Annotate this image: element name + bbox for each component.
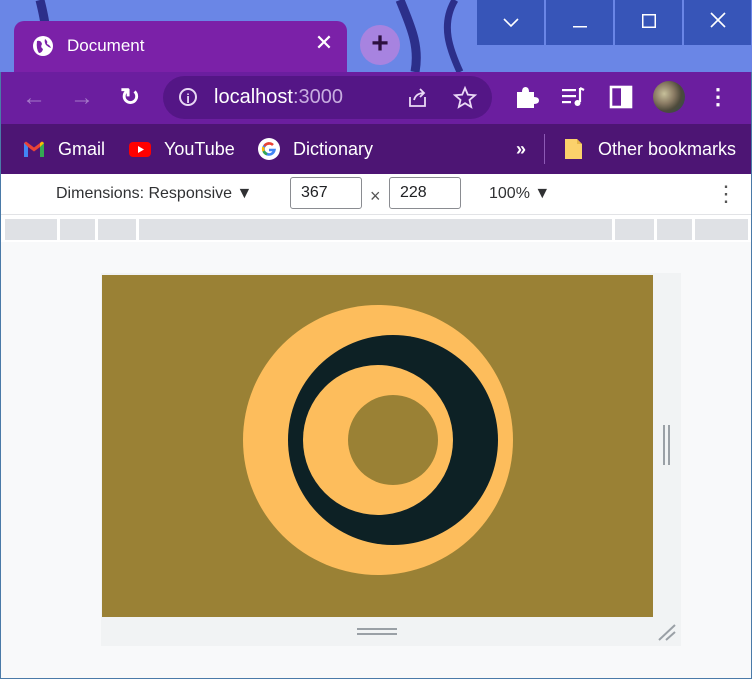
media-query-segment[interactable] bbox=[60, 219, 95, 240]
url-text[interactable]: localhost:3000 bbox=[214, 86, 343, 109]
address-bar[interactable]: i localhost:3000 bbox=[163, 76, 492, 119]
bookmark-label: Dictionary bbox=[293, 139, 374, 159]
url-host: localhost bbox=[214, 86, 293, 108]
tab-title: Document bbox=[67, 36, 145, 55]
media-query-segment[interactable] bbox=[139, 219, 612, 240]
corner-resize-handle[interactable] bbox=[656, 622, 678, 642]
bookmark-youtube[interactable]: YouTube bbox=[128, 136, 238, 162]
height-input[interactable]: 228 bbox=[389, 177, 461, 209]
star-icon[interactable] bbox=[452, 85, 478, 111]
bookmarks-separator bbox=[544, 134, 545, 164]
maximize-button[interactable] bbox=[615, 0, 682, 45]
share-icon[interactable] bbox=[405, 85, 431, 111]
side-panel-icon[interactable] bbox=[606, 82, 636, 112]
page-viewport bbox=[102, 275, 653, 617]
browser-window: Document ✕ + ← → ↻ i localhost:3000 ⋮ Gm… bbox=[0, 0, 752, 679]
bookmark-dictionary[interactable]: Dictionary bbox=[257, 136, 382, 162]
title-bar: Document ✕ + bbox=[0, 0, 752, 72]
media-query-segment[interactable] bbox=[98, 219, 136, 240]
url-port: :3000 bbox=[292, 86, 343, 108]
bookmark-label: Other bookmarks bbox=[598, 139, 737, 159]
device-toolbar: Dimensions: Responsive ▼ 367 × 228 100% … bbox=[0, 174, 752, 215]
bottom-resize-handle[interactable] bbox=[357, 627, 397, 637]
media-query-segment[interactable] bbox=[615, 219, 654, 240]
dimensions-dropdown[interactable]: Dimensions: Responsive ▼ bbox=[56, 185, 252, 203]
width-input[interactable]: 367 bbox=[290, 177, 362, 209]
media-query-segment[interactable] bbox=[657, 219, 692, 240]
media-query-segment[interactable] bbox=[695, 219, 748, 240]
media-control-icon[interactable] bbox=[558, 82, 588, 112]
bookmarks-overflow-button[interactable]: » bbox=[516, 136, 536, 162]
zoom-dropdown[interactable]: 100% ▼ bbox=[489, 185, 550, 203]
maximize-icon bbox=[641, 14, 656, 28]
tab-close-button[interactable]: ✕ bbox=[312, 31, 336, 55]
chevron-down-icon bbox=[502, 18, 519, 28]
gmail-icon bbox=[24, 141, 44, 157]
bookmarks-bar: Gmail YouTube Dictionary » Other bookmar… bbox=[0, 124, 752, 174]
minimize-icon bbox=[572, 26, 587, 28]
right-resize-handle[interactable] bbox=[662, 425, 672, 465]
youtube-icon bbox=[129, 142, 151, 157]
back-button[interactable]: ← bbox=[18, 82, 50, 114]
extensions-icon[interactable] bbox=[511, 82, 541, 112]
bookmark-gmail[interactable]: Gmail bbox=[22, 136, 112, 162]
globe-icon bbox=[33, 36, 53, 56]
minimize-button[interactable] bbox=[546, 0, 613, 45]
bookmark-label: YouTube bbox=[164, 139, 235, 159]
close-icon bbox=[709, 12, 726, 28]
device-toolbar-more-icon[interactable]: ⋮ bbox=[715, 181, 737, 207]
forward-button[interactable]: → bbox=[66, 82, 98, 114]
center-circle bbox=[348, 395, 438, 485]
info-icon[interactable]: i bbox=[179, 88, 197, 106]
menu-icon[interactable]: ⋮ bbox=[703, 82, 733, 112]
bookmark-label: Gmail bbox=[58, 139, 106, 159]
window-border bbox=[0, 72, 1, 679]
browser-toolbar: ← → ↻ i localhost:3000 ⋮ bbox=[0, 72, 752, 124]
google-icon bbox=[258, 138, 280, 160]
tab-search-button[interactable] bbox=[477, 0, 544, 45]
dimension-separator: × bbox=[370, 186, 381, 206]
media-query-segment[interactable] bbox=[5, 219, 57, 240]
folder-icon bbox=[565, 139, 582, 159]
media-query-bar bbox=[0, 216, 752, 242]
close-window-button[interactable] bbox=[684, 0, 751, 45]
reload-button[interactable]: ↻ bbox=[114, 82, 146, 114]
bookmark-other[interactable]: Other bookmarks bbox=[562, 136, 742, 162]
profile-avatar[interactable] bbox=[653, 81, 685, 113]
new-tab-button[interactable]: + bbox=[360, 25, 400, 65]
browser-tab[interactable]: Document ✕ bbox=[14, 21, 347, 72]
